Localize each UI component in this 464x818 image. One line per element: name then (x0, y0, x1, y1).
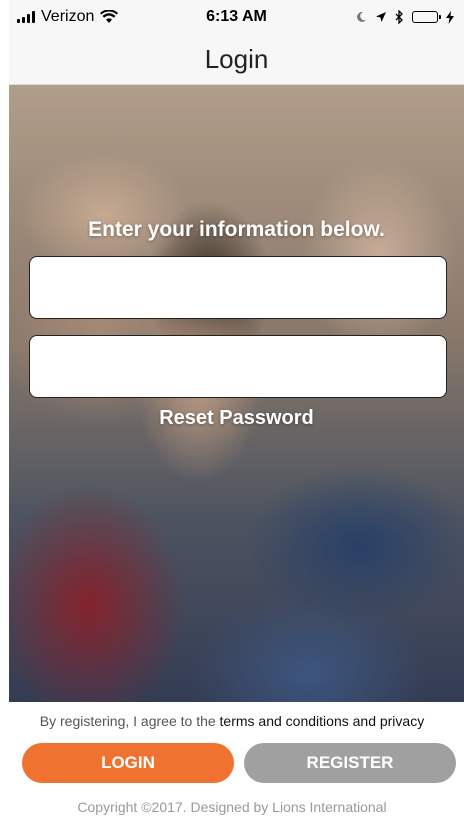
page-title: Login (204, 43, 269, 74)
terms-text: By registering, I agree to the terms and… (0, 713, 464, 729)
battery-icon (412, 11, 441, 23)
wifi-icon (100, 10, 119, 23)
copyright-text: Copyright ©2017. Designed by Lions Inter… (77, 799, 387, 815)
reset-password-link[interactable]: Reset Password (9, 407, 464, 430)
status-bar: Verizon 6:13 AM (9, 0, 464, 34)
charging-bolt-icon (446, 10, 454, 24)
terms-link[interactable]: terms and conditions and privacy (220, 713, 425, 729)
navigation-bar: Login (9, 34, 464, 85)
register-button-label: REGISTER (306, 753, 394, 772)
status-left: Verizon (9, 8, 119, 26)
status-right (355, 10, 464, 24)
background-photo: Enter your information below. Reset Pass… (9, 85, 464, 702)
bluetooth-icon (395, 10, 403, 24)
carrier-name: Verizon (41, 8, 95, 25)
register-button[interactable]: REGISTER (244, 743, 456, 783)
login-button-label: LOGIN (101, 753, 155, 772)
username-field[interactable] (29, 256, 447, 319)
password-field[interactable] (29, 335, 447, 398)
terms-prefix: By registering, I agree to the (39, 713, 220, 729)
login-button[interactable]: LOGIN (22, 743, 234, 783)
form-heading: Enter your information below. (88, 218, 385, 241)
location-arrow-icon (376, 12, 386, 22)
signal-bars-icon (17, 11, 35, 23)
moon-icon (357, 11, 366, 22)
